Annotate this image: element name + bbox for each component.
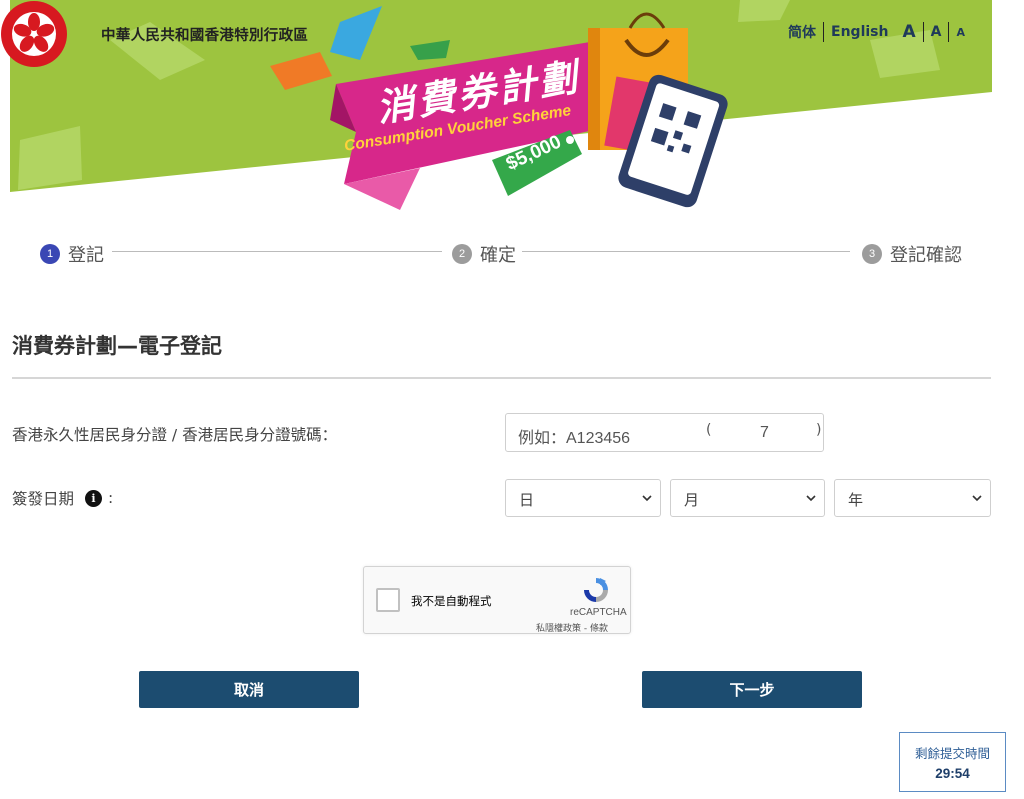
month-select[interactable]: 月 [670, 479, 825, 517]
next-button[interactable]: 下一步 [642, 671, 862, 708]
divider [12, 377, 991, 379]
chevron-down-icon [642, 495, 652, 502]
step-connector [522, 251, 850, 252]
font-size-medium-link[interactable]: A [924, 24, 949, 40]
step-confirm: 2 確定 [448, 241, 522, 267]
step-number: 1 [40, 244, 60, 264]
government-name: 中華人民共和國香港特別行政區 [101, 28, 309, 44]
recaptcha-label: 我不是自動程式 [411, 594, 492, 608]
timer-label: 剩餘提交時間 [914, 746, 990, 761]
hksar-emblem-icon [1, 1, 67, 67]
lang-english-link[interactable]: English [824, 24, 895, 40]
check-digit-paren-close: ) [816, 422, 822, 438]
year-select[interactable]: 年 [834, 479, 991, 517]
recaptcha-checkbox[interactable] [376, 588, 400, 612]
lang-simplified-link[interactable]: 简体 [781, 22, 823, 42]
submission-timer: 剩餘提交時間 29:54 [899, 732, 1006, 792]
language-bar: 简体 English A A A [781, 22, 972, 42]
font-size-large-link[interactable]: A [895, 22, 922, 42]
step-label: 登記 [68, 245, 104, 266]
chevron-down-icon [972, 495, 982, 502]
cancel-button[interactable]: 取消 [139, 671, 359, 708]
recaptcha-widget: 我不是自動程式 reCAPTCHA 私隱權政策 - 條款 [363, 566, 631, 634]
check-digit-paren-open: ( [706, 422, 712, 438]
header-banner: 中華人民共和國香港特別行政區 简体 English A A A 消費券計劃 Co… [0, 0, 1024, 215]
font-size-small-link[interactable]: A [949, 26, 972, 39]
month-select-value: 月 [684, 491, 700, 509]
day-select[interactable]: 日 [505, 479, 661, 517]
id-number-input[interactable]: 例如：A123456 [518, 424, 630, 448]
recaptcha-brand: reCAPTCHA [570, 607, 627, 618]
timer-value: 29:54 [935, 766, 970, 781]
issue-date-label-row: 簽發日期 i : [12, 487, 113, 509]
issue-date-label: 簽發日期 [12, 490, 75, 508]
year-select-value: 年 [848, 491, 864, 509]
check-digit-input[interactable]: 7 [760, 424, 769, 442]
progress-steps: 1 登記 2 確定 3 登記確認 [0, 234, 1024, 268]
step-number: 3 [862, 244, 882, 264]
recaptcha-logo-icon [584, 578, 608, 602]
id-number-field[interactable]: 例如：A123456 ( 7 ) [505, 413, 824, 452]
step-label: 登記確認 [890, 245, 962, 266]
step-register: 1 登記 [40, 241, 110, 267]
step-label: 確定 [480, 245, 516, 266]
step-registration-confirmation: 3 登記確認 [858, 241, 968, 267]
step-connector [112, 251, 442, 252]
day-select-value: 日 [519, 491, 535, 509]
label-colon: : [108, 489, 114, 507]
info-icon[interactable]: i [85, 489, 103, 507]
chevron-down-icon [806, 495, 816, 502]
page-title: 消費券計劃—電子登記 [12, 334, 222, 358]
step-number: 2 [452, 244, 472, 264]
id-number-label: 香港永久性居民身分證 / 香港居民身分證號碼： [12, 426, 338, 444]
recaptcha-links[interactable]: 私隱權政策 - 條款 [536, 621, 608, 634]
